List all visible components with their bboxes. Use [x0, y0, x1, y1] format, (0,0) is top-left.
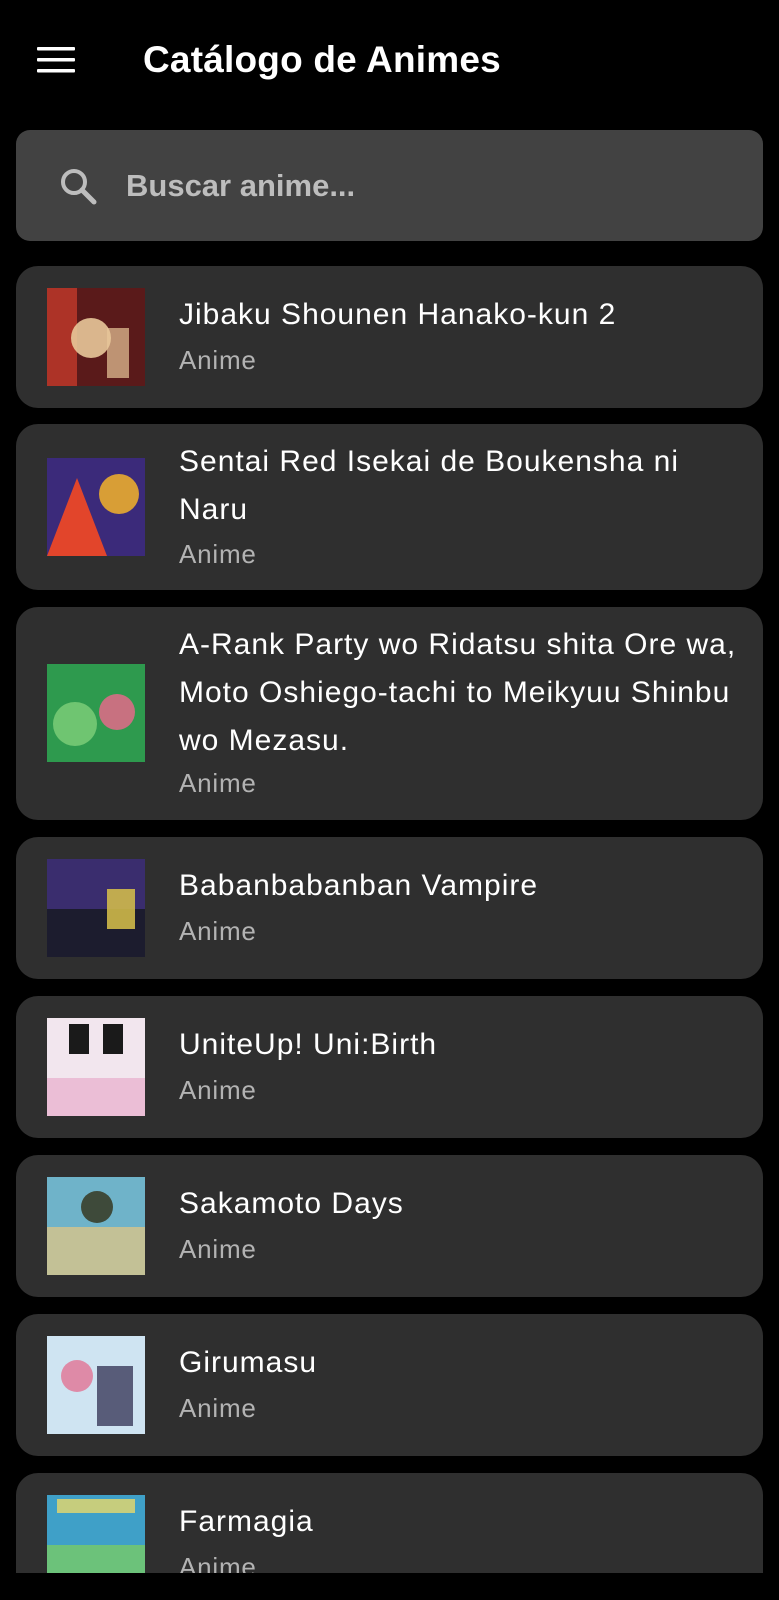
thumbnail-image — [47, 288, 145, 386]
anime-card[interactable]: Sakamoto Days Anime — [16, 1155, 763, 1297]
thumbnail-image — [47, 1495, 145, 1573]
thumbnail-image — [47, 1336, 145, 1434]
anime-card[interactable]: Jibaku Shounen Hanako-kun 2 Anime — [16, 266, 763, 408]
anime-title: Girumasu — [179, 1346, 318, 1379]
anime-thumbnail — [47, 664, 145, 762]
anime-card[interactable]: A-Rank Party wo Ridatsu shita Ore wa, Mo… — [16, 607, 763, 820]
anime-thumbnail — [47, 1177, 145, 1275]
page-title: Catálogo de Animes — [143, 39, 501, 80]
system-nav-bar — [0, 1573, 779, 1600]
anime-thumbnail — [47, 859, 145, 957]
anime-type: Anime — [179, 1552, 257, 1573]
anime-title: Farmagia — [179, 1505, 314, 1538]
thumbnail-image — [47, 664, 145, 762]
anime-card[interactable]: UniteUp! Uni:Birth Anime — [16, 996, 763, 1138]
anime-title: Babanbabanban Vampire — [179, 869, 539, 902]
thumbnail-image — [47, 859, 145, 957]
anime-thumbnail — [47, 1495, 145, 1573]
anime-card[interactable]: Farmagia Anime — [16, 1473, 763, 1573]
anime-card[interactable]: Girumasu Anime — [16, 1314, 763, 1456]
anime-thumbnail — [47, 458, 145, 556]
thumbnail-image — [47, 458, 145, 556]
search-icon — [61, 169, 97, 205]
anime-card[interactable]: Babanbabanban Vampire Anime — [16, 837, 763, 979]
anime-thumbnail — [47, 1336, 145, 1434]
hamburger-menu-icon — [37, 47, 75, 73]
anime-thumbnail — [47, 288, 145, 386]
anime-type: Anime — [179, 1234, 257, 1264]
anime-title: UniteUp! Uni:Birth — [179, 1028, 438, 1061]
anime-type: Anime — [179, 539, 257, 569]
anime-card[interactable]: Sentai Red Isekai de Boukensha ni Naru A… — [16, 424, 763, 590]
anime-type: Anime — [179, 768, 257, 798]
app-bar: Catálogo de Animes — [0, 0, 779, 122]
anime-type: Anime — [179, 916, 257, 946]
anime-title: Sakamoto Days — [179, 1187, 404, 1220]
anime-type: Anime — [179, 345, 257, 375]
anime-type: Anime — [179, 1075, 257, 1105]
anime-title: Jibaku Shounen Hanako-kun 2 — [179, 298, 617, 331]
search-input[interactable] — [126, 158, 726, 214]
thumbnail-image — [47, 1018, 145, 1116]
thumbnail-image — [47, 1177, 145, 1275]
search-bar[interactable] — [16, 130, 763, 241]
anime-type: Anime — [179, 1393, 257, 1423]
anime-title: A-Rank Party wo Ridatsu shita Ore wa, Mo… — [179, 628, 737, 757]
anime-title: Sentai Red Isekai de Boukensha ni Naru — [179, 445, 679, 526]
menu-button[interactable] — [24, 36, 88, 84]
anime-thumbnail — [47, 1018, 145, 1116]
